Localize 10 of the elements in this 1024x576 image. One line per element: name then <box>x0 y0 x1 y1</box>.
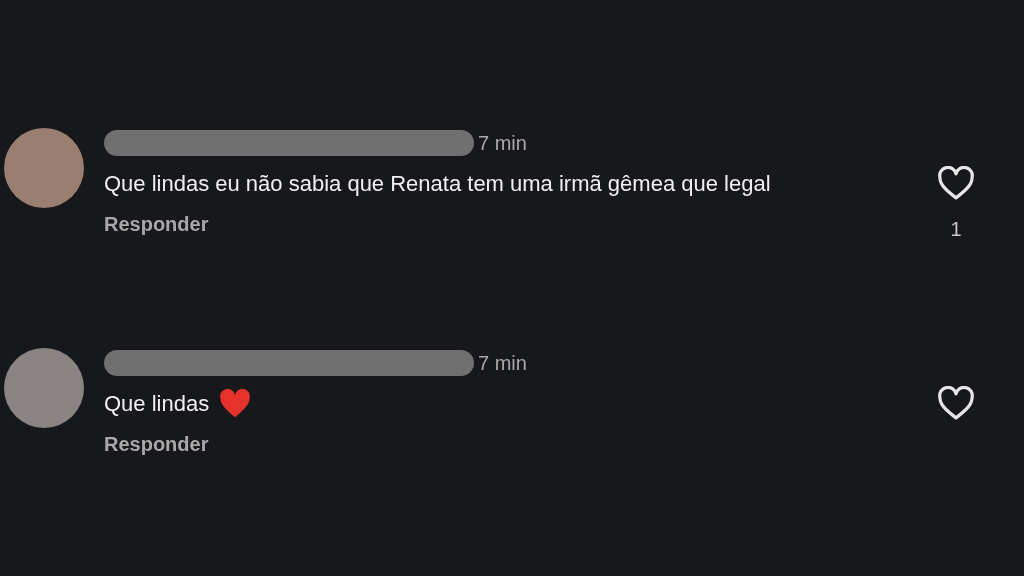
like-heart-icon[interactable] <box>937 166 975 202</box>
comment-text: Que lindas <box>104 390 210 418</box>
comment-text: Que lindas eu não sabia que Renata tem uma irmã gêmea que legal <box>104 170 771 198</box>
like-count: 1 <box>950 218 962 241</box>
reply-button[interactable]: Responder <box>104 213 209 236</box>
reply-button[interactable]: Responder <box>104 433 209 456</box>
like-heart-icon[interactable] <box>937 386 975 422</box>
heart-emoji-icon <box>219 388 252 419</box>
comment-time: 7 min <box>478 351 527 375</box>
comment-time: 7 min <box>478 131 527 155</box>
